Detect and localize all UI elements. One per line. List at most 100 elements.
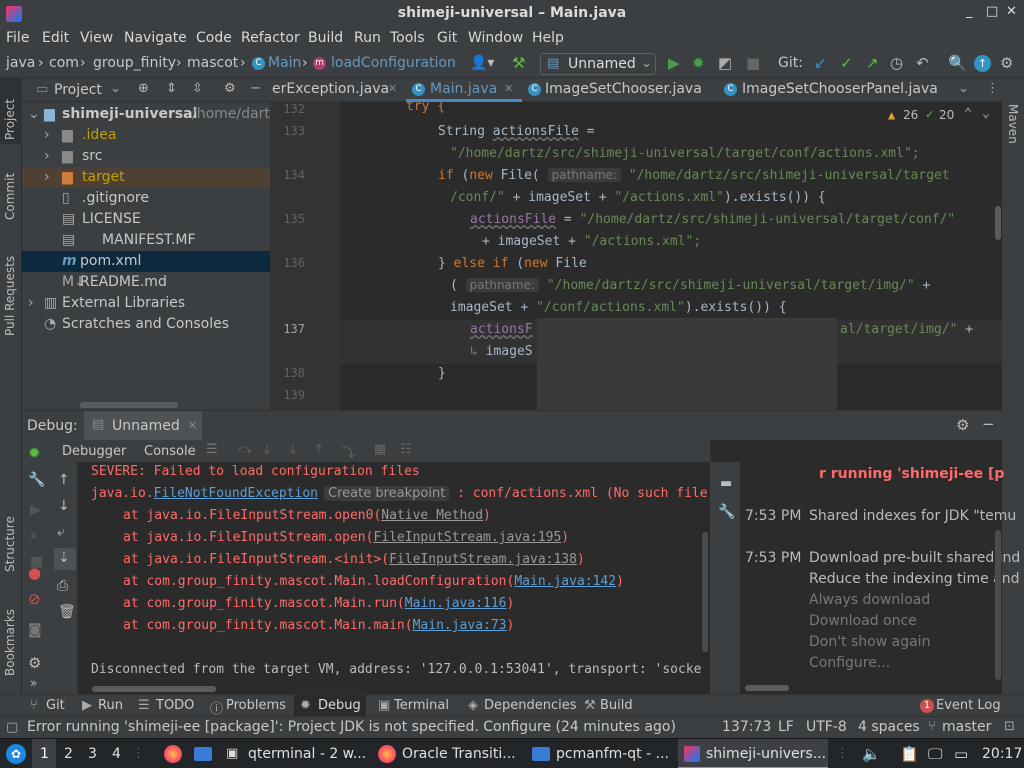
stack-link[interactable]: Main.java:142	[514, 574, 616, 589]
search-icon[interactable]: 🔍	[948, 54, 967, 72]
caret-position[interactable]: 137:73	[722, 719, 771, 735]
tree-item-license[interactable]: ▤ LICENSE	[22, 209, 270, 230]
menu-run[interactable]: Run	[354, 30, 381, 46]
git-commit-icon[interactable]: ✓	[840, 54, 853, 72]
tab-imagesetchooserpanel[interactable]: ImageSetChooserPanel.java	[742, 81, 938, 97]
tree-item-manifest[interactable]: ▤ MANIFEST.MF	[22, 230, 270, 251]
tree-item-src[interactable]: › ▆ src	[22, 146, 270, 167]
close-icon[interactable]: ✕	[388, 82, 397, 95]
console-hscrollbar[interactable]	[92, 686, 216, 692]
workspace-1[interactable]: 1	[32, 739, 56, 768]
collapse-icon[interactable]: ⇕	[166, 81, 177, 96]
minus-icon[interactable]: ▬	[720, 476, 732, 491]
minimize-icon[interactable]: _	[966, 4, 973, 19]
trace-icon[interactable]: ☷	[400, 442, 412, 457]
step-out-icon[interactable]: ⤒	[316, 442, 322, 457]
workspace-4[interactable]: 4	[112, 746, 121, 762]
volume-icon[interactable]: 🔈	[862, 745, 881, 763]
wrench-icon[interactable]: 🔧	[28, 472, 45, 488]
event-hscrollbar[interactable]	[745, 685, 789, 691]
tree-item-target[interactable]: › ▆ target	[22, 167, 270, 188]
pause-icon[interactable]: ⏸	[30, 528, 37, 544]
file-encoding[interactable]: UTF-8	[806, 719, 847, 735]
print-icon[interactable]: ⎙	[57, 578, 68, 594]
breadcrumb-load-configuration[interactable]: loadConfiguration	[331, 55, 456, 71]
gear-icon[interactable]: ⚙	[28, 654, 41, 672]
clipboard-icon[interactable]: 📋	[900, 745, 919, 763]
tool-tab-debug-active[interactable]: ✹ Debug	[294, 695, 366, 717]
history-icon[interactable]: ◷	[890, 54, 903, 72]
user-icon[interactable]: 👤▾	[470, 55, 494, 71]
camera-icon[interactable]: ◙	[28, 622, 42, 638]
more-icon[interactable]: ⋮	[986, 81, 999, 96]
hammer-icon[interactable]: ⚒	[512, 54, 525, 72]
tree-item-external-libraries[interactable]: › ▥ External Libraries	[22, 293, 270, 314]
tree-item-gitignore[interactable]: ▯ .gitignore	[22, 188, 270, 209]
menu-git[interactable]: Git	[437, 30, 457, 46]
tab-exception[interactable]: erException.java	[272, 81, 389, 97]
breadcrumb-mascot[interactable]: mascot	[187, 55, 238, 71]
locate-icon[interactable]: ⊕	[138, 81, 149, 96]
debug-icon[interactable]: ✹	[692, 54, 705, 72]
inspection-widget[interactable]: ▲ 26 ✓ 20 ⌃ ⌄	[888, 106, 998, 126]
stack-link[interactable]: Native Method	[381, 508, 483, 523]
firefox-launcher-icon[interactable]	[164, 745, 182, 763]
debug-session-tab[interactable]: ▤ Unnamed ✕	[84, 411, 202, 441]
close-icon[interactable]: ✕	[504, 82, 513, 95]
hide-icon[interactable]: −	[250, 81, 261, 96]
console-vscrollbar[interactable]	[702, 532, 708, 652]
pull-requests-tool-label[interactable]: Pull Requests	[3, 256, 17, 336]
task-oracle[interactable]: Oracle Transiti...	[374, 739, 524, 768]
exception-link[interactable]: FileNotFoundException	[154, 486, 318, 501]
workspace-2[interactable]: 2	[64, 746, 73, 762]
menu-file[interactable]: File	[6, 30, 29, 46]
more-icon[interactable]: »	[30, 676, 37, 690]
line-separator[interactable]: LF	[778, 719, 794, 735]
git-push-icon[interactable]: ↗	[866, 54, 879, 72]
event-action-download-once[interactable]: Download once	[809, 613, 917, 629]
mute-breakpoints-icon[interactable]: ⊘	[28, 590, 41, 608]
clock[interactable]: 20:17	[982, 746, 1022, 762]
bookmarks-tool-label[interactable]: Bookmarks	[3, 609, 17, 676]
tab-debugger[interactable]: Debugger	[62, 444, 126, 459]
notifications-icon[interactable]: ▭	[954, 745, 968, 763]
step-over-icon[interactable]: ⤼	[238, 442, 252, 457]
files-launcher-icon[interactable]	[194, 747, 212, 761]
tree-item-idea[interactable]: › ▆ .idea	[22, 125, 270, 146]
tool-tab-build[interactable]: Build	[600, 698, 633, 713]
gear-icon[interactable]: ⚙	[956, 416, 969, 434]
prev-highlight-icon[interactable]: ⌃	[964, 106, 972, 121]
menu-icon[interactable]: ☰	[206, 442, 218, 457]
task-qterminal[interactable]: ▣ qterminal - 2 w...	[222, 739, 370, 768]
menu-build[interactable]: Build	[308, 30, 343, 46]
menu-view[interactable]: View	[80, 30, 113, 46]
breadcrumb-com[interactable]: com	[49, 55, 79, 71]
menu-help[interactable]: Help	[532, 30, 564, 46]
tool-tab-event-log[interactable]: Event Log	[936, 698, 1001, 713]
structure-tool-label[interactable]: Structure	[3, 516, 17, 572]
coverage-icon[interactable]: ◩	[718, 54, 732, 72]
event-action-dont-show[interactable]: Don't show again	[809, 634, 930, 650]
console-output[interactable]: SEVERE: Failed to load configuration fil…	[78, 462, 710, 694]
event-vscrollbar[interactable]	[995, 530, 1001, 680]
tool-tab-problems[interactable]: Problems	[226, 698, 286, 713]
view-breakpoints-icon[interactable]: ●	[28, 564, 41, 582]
tab-imagesetchooser[interactable]: ImageSetChooser.java	[545, 81, 702, 97]
event-action-always-download[interactable]: Always download	[809, 592, 930, 608]
step-into-icon[interactable]: ⤓	[264, 442, 270, 457]
stack-link[interactable]: Main.java:73	[413, 618, 507, 633]
run-to-cursor-icon[interactable]: ⤵	[342, 442, 355, 461]
project-view-select[interactable]: Project	[54, 82, 102, 98]
indent-setting[interactable]: 4 spaces	[858, 719, 920, 735]
force-step-into-icon[interactable]: ⤓	[290, 442, 296, 457]
create-breakpoint-tooltip[interactable]: Create breakpoint	[324, 486, 450, 501]
gear-icon[interactable]: ⚙	[224, 81, 236, 96]
settings-icon[interactable]: ⚙	[1000, 54, 1013, 72]
tool-tab-terminal[interactable]: Terminal	[394, 698, 449, 713]
resume-icon[interactable]: ▶	[30, 502, 41, 518]
editor-vscrollbar[interactable]	[995, 206, 1001, 240]
git-branch[interactable]: master	[942, 719, 991, 735]
menu-window[interactable]: Window	[468, 30, 523, 46]
hide-icon[interactable]: −	[982, 415, 995, 433]
tab-console[interactable]: Console	[144, 444, 196, 459]
